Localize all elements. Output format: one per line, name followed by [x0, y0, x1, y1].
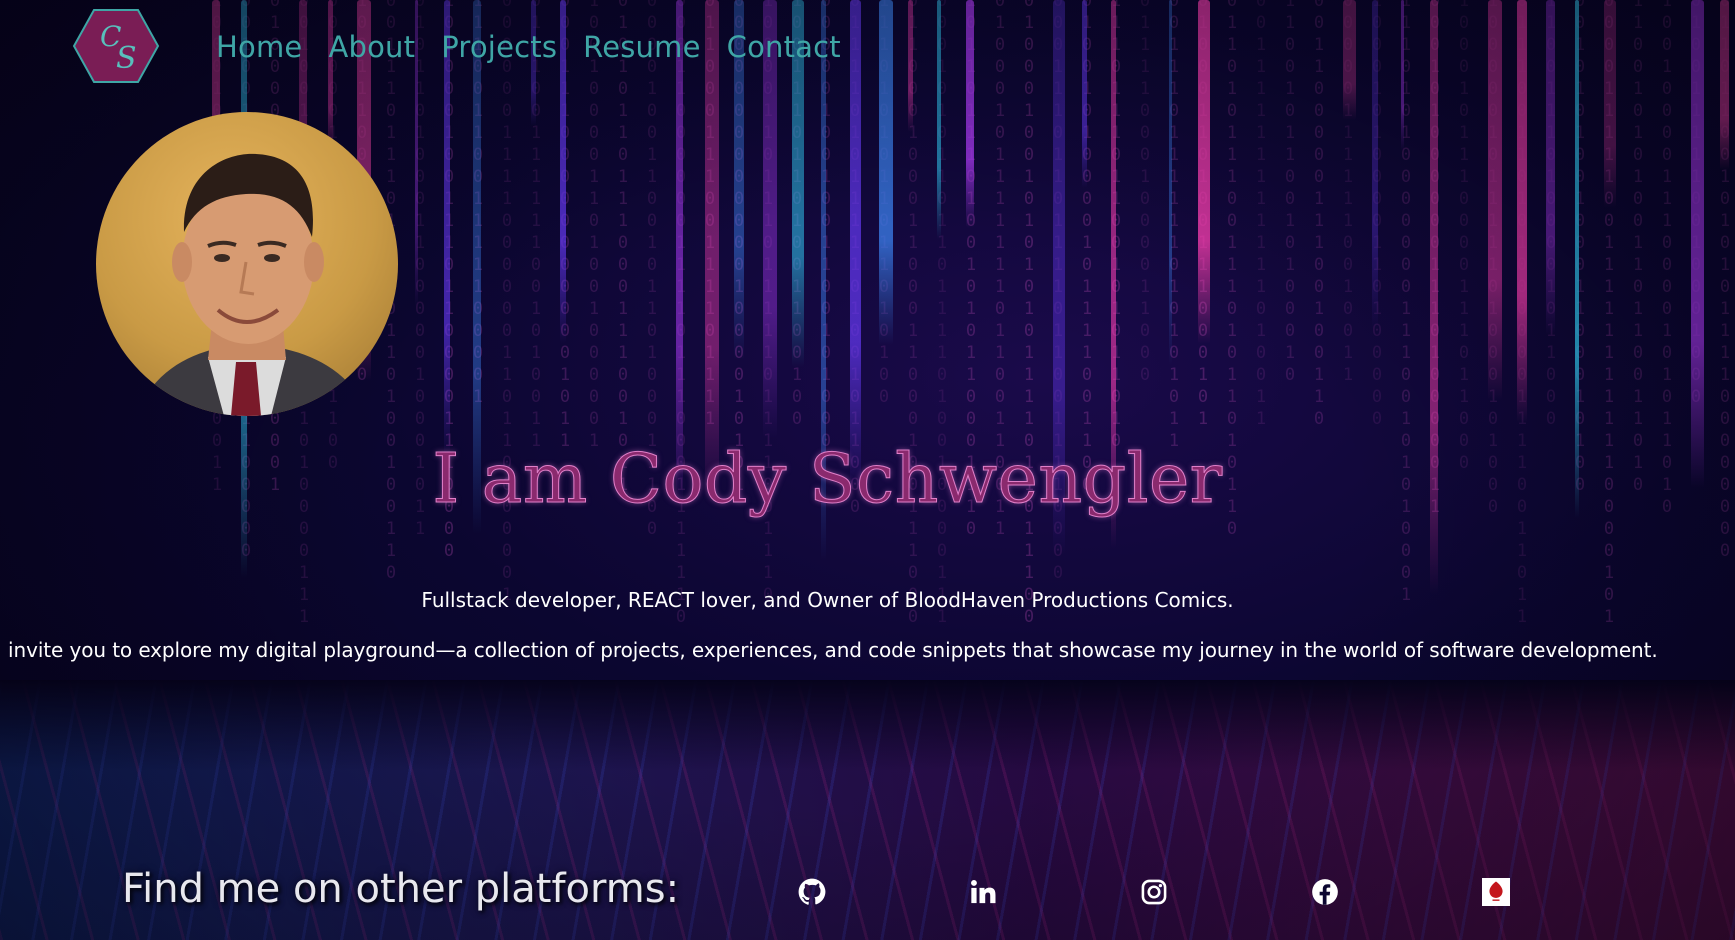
matrix-column: 10001010000110100000 [1371, 0, 1383, 429]
matrix-column: 11001110100001011000 [1545, 0, 1557, 429]
matrix-column: 110010110010100010 [1284, 0, 1296, 385]
hero-intro: I invite you to explore my digital playg… [0, 638, 1658, 662]
hero-tagline: Fullstack developer, REACT lover, and Ow… [421, 588, 1234, 612]
nav-home[interactable]: Home [216, 30, 302, 64]
matrix-streak [908, 0, 913, 132]
nav-resume[interactable]: Resume [583, 30, 700, 64]
matrix-column: 000111000000000001011 [559, 0, 571, 451]
matrix-streak [705, 0, 719, 497]
matrix-streak [1517, 0, 1527, 423]
matrix-streak [1343, 0, 1356, 120]
matrix-streak [1720, 0, 1729, 170]
matrix-column: 01101100101010111100000000 [1719, 0, 1731, 561]
matrix-column: 01010110111000111001011 [617, 0, 629, 495]
github-link[interactable] [796, 876, 828, 908]
matrix-column: 01000100101010101111011011100 [1023, 0, 1035, 627]
matrix-column: 0100111110010001000 [1690, 0, 1702, 407]
matrix-streak [676, 0, 683, 502]
matrix-column: 00000000000001000010101 [733, 0, 745, 495]
matrix-streak [328, 0, 333, 152]
matrix-streak [1372, 0, 1378, 329]
matrix-column: 000001001001100101000 [820, 0, 832, 451]
matrix-streak [1401, 0, 1404, 151]
matrix-column: 00110000011100100110 [1313, 0, 1325, 429]
matrix-streak [1082, 0, 1087, 188]
matrix-column: 10011101101001100100 [791, 0, 803, 429]
matrix-streak [444, 0, 450, 459]
matrix-streak [1691, 0, 1704, 488]
matrix-streak [763, 0, 777, 438]
matrix-column: 100100001110000101011010 [1661, 0, 1673, 517]
matrix-column: 1110101011011010100 [878, 0, 890, 407]
matrix-column: 011100111111001010011 [530, 0, 542, 451]
matrix-streak [1604, 0, 1616, 208]
nav-about[interactable]: About [328, 30, 415, 64]
instagram-link[interactable] [1138, 876, 1170, 908]
logo-hexagon-icon: C S [72, 9, 160, 83]
matrix-streak [1546, 0, 1555, 335]
matrix-column: 00011000000111101110001111110 [675, 0, 687, 627]
matrix-column: 01110011010100000011110011011 [1516, 0, 1528, 627]
matrix-column: 100100001101001000001 [588, 0, 600, 451]
matrix-column: 11001010100110110011010 [1632, 0, 1644, 495]
main-nav: Home About Projects Resume Contact [216, 30, 841, 64]
matrix-streak [1488, 0, 1502, 400]
profile-photo [96, 112, 398, 416]
linkedin-link[interactable] [967, 876, 999, 908]
matrix-streak [966, 0, 974, 228]
matrix-column: 01001010000101111001100 [1081, 0, 1093, 495]
bloodhaven-icon [1482, 878, 1510, 906]
instagram-icon [1141, 879, 1167, 905]
nav-projects[interactable]: Projects [441, 30, 557, 64]
page: 1000101100110001010001100100100100010100… [0, 0, 1735, 940]
matrix-column: 1000101110000111011000 [1458, 0, 1470, 473]
matrix-streak [1169, 0, 1172, 365]
github-icon [798, 878, 826, 905]
platforms-label: Find me on other platforms: [122, 866, 680, 912]
bloodhaven-link[interactable] [1480, 876, 1512, 908]
nav-contact[interactable]: Contact [727, 30, 841, 64]
matrix-streak [1198, 0, 1210, 344]
matrix-column: 01000110100111000101 [1197, 0, 1209, 429]
matrix-streak [937, 0, 941, 239]
matrix-column: 00001111100111111111110000101 [1603, 0, 1615, 627]
svg-text:S: S [116, 41, 137, 76]
matrix-column: 00101010010001100010100 [1574, 0, 1586, 495]
matrix-streak [879, 0, 893, 345]
facebook-link[interactable] [1309, 876, 1341, 908]
matrix-column: 00010101101101111010010000111 [936, 0, 948, 627]
linkedin-icon [971, 880, 996, 904]
matrix-column: 001110111111010101011 [1168, 0, 1180, 451]
matrix-column: 111011101100101011010 [1110, 0, 1122, 451]
matrix-column: 01100011100111101111 [704, 0, 716, 429]
matrix-column: 01100010001100011000100111000 [907, 0, 919, 627]
matrix-column: 000001111110010011 [1342, 0, 1354, 385]
site-logo[interactable]: C S [72, 8, 160, 84]
matrix-column: 00111111111111010011 [1255, 0, 1267, 429]
hero-title: I am Cody Schwengler [432, 440, 1223, 520]
facebook-icon [1312, 879, 1338, 905]
matrix-streak [850, 0, 861, 490]
matrix-column: 011110001000011000 [1139, 0, 1151, 385]
